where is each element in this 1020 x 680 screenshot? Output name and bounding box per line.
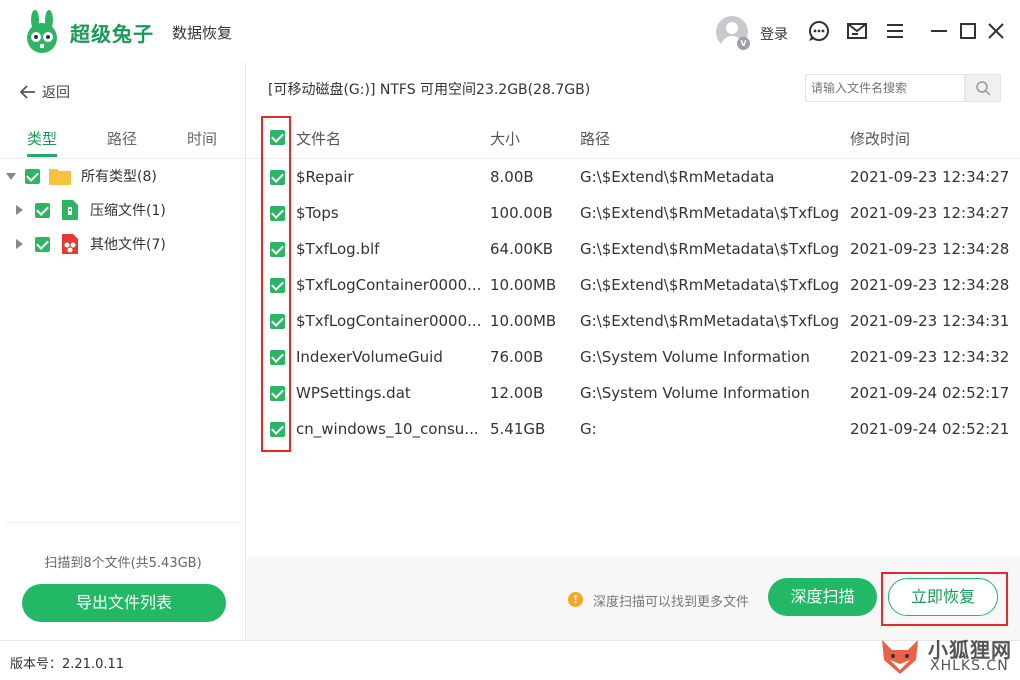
- status-bar: 版本号：2.21.0.11: [0, 640, 1020, 680]
- expand-arrow-icon[interactable]: [16, 239, 23, 249]
- collapse-arrow-icon[interactable]: [6, 172, 16, 180]
- file-name: $Repair: [296, 168, 354, 186]
- tab-time[interactable]: 时间: [187, 128, 217, 149]
- file-size: 5.41GB: [490, 420, 546, 438]
- file-time: 2021-09-24 02:52:17: [850, 384, 1010, 402]
- scan-summary: 扫描到8个文件(共5.43GB): [44, 556, 202, 571]
- sidebar: 返回 类型 路径 时间 所有类型(8) 压缩文件(1) 其他文件(7) 扫描到8…: [0, 62, 246, 640]
- file-path: G:\System Volume Information: [580, 348, 810, 366]
- active-tab-indicator: [27, 154, 57, 157]
- fox-logo-icon: [882, 640, 918, 674]
- feedback-icon[interactable]: [846, 20, 868, 42]
- folder-icon: [49, 169, 71, 185]
- tab-path[interactable]: 路径: [107, 128, 137, 149]
- file-name: IndexerVolumeGuid: [296, 348, 443, 366]
- checkbox[interactable]: [35, 236, 50, 252]
- row-checkbox[interactable]: [270, 170, 285, 185]
- deep-scan-button[interactable]: 深度扫描: [768, 578, 877, 616]
- checkbox[interactable]: [35, 202, 50, 218]
- file-size: 12.00B: [490, 384, 544, 402]
- column-header-time[interactable]: 修改时间: [850, 128, 910, 149]
- row-checkbox[interactable]: [270, 278, 285, 293]
- file-path: G:\$Extend\$RmMetadata: [580, 168, 775, 186]
- file-size: 100.00B: [490, 204, 553, 222]
- expand-arrow-icon[interactable]: [16, 205, 23, 215]
- app-subtitle: 数据恢复: [172, 24, 233, 42]
- close-icon[interactable]: [985, 20, 1007, 42]
- column-header-size[interactable]: 大小: [490, 128, 520, 149]
- tree-item-all-types[interactable]: 所有类型(8): [6, 164, 157, 188]
- vip-badge: V: [737, 37, 750, 50]
- info-icon: !: [568, 592, 583, 607]
- tree-item-label: 其他文件(7): [90, 237, 166, 253]
- tree-item-label: 所有类型(8): [81, 169, 157, 185]
- file-size: 8.00B: [490, 168, 534, 186]
- row-checkbox[interactable]: [270, 242, 285, 257]
- chat-support-icon[interactable]: [808, 20, 830, 42]
- login-link[interactable]: 登录: [760, 24, 788, 44]
- recover-now-button[interactable]: 立即恢复: [888, 578, 998, 616]
- file-time: 2021-09-23 12:34:27: [850, 168, 1010, 186]
- tree-item-other[interactable]: 其他文件(7): [16, 232, 166, 256]
- action-bar: ! 深度扫描可以找到更多文件 深度扫描 立即恢复: [247, 556, 1020, 640]
- file-time: 2021-09-24 02:52:21: [850, 420, 1010, 438]
- file-name: cn_windows_10_consu...: [296, 420, 479, 438]
- minimize-icon[interactable]: [928, 20, 950, 42]
- drive-info: [可移动磁盘(G:)] NTFS 可用空间23.2GB(28.7GB): [268, 82, 591, 98]
- filter-tabs: 类型 路径 时间: [0, 128, 246, 158]
- search-box: [805, 74, 1001, 102]
- file-path: G:\$Extend\$RmMetadata\$TxfLog: [580, 240, 840, 258]
- file-time: 2021-09-23 12:34:27: [850, 204, 1010, 222]
- archive-file-icon: [62, 200, 78, 220]
- file-name: $Tops: [296, 204, 339, 222]
- file-size: 10.00MB: [490, 276, 557, 294]
- rabbit-logo-icon: [27, 10, 57, 53]
- row-checkbox[interactable]: [270, 314, 285, 329]
- other-file-icon: [62, 234, 78, 254]
- file-path: G:\System Volume Information: [580, 384, 810, 402]
- app-brand: 超级兔子: [70, 22, 154, 46]
- watermark: 小狐狸网 XHLKS.CN: [878, 632, 1020, 680]
- row-checkbox[interactable]: [270, 206, 285, 221]
- file-name: $TxfLogContainer0000...: [296, 276, 482, 294]
- column-header-path[interactable]: 路径: [580, 128, 610, 149]
- row-checkbox[interactable]: [270, 422, 285, 437]
- file-time: 2021-09-23 12:34:28: [850, 240, 1010, 258]
- row-checkbox[interactable]: [270, 386, 285, 401]
- back-label: 返回: [42, 85, 70, 101]
- file-path: G:: [580, 420, 597, 438]
- file-time: 2021-09-23 12:34:31: [850, 312, 1010, 330]
- deep-scan-hint: 深度扫描可以找到更多文件: [593, 595, 750, 610]
- file-time: 2021-09-23 12:34:28: [850, 276, 1010, 294]
- file-size: 64.00KB: [490, 240, 554, 258]
- select-all-checkbox[interactable]: [270, 130, 285, 145]
- title-bar: 超级兔子 数据恢复 V 登录: [0, 0, 1020, 62]
- search-button[interactable]: [964, 75, 1000, 101]
- watermark-url: XHLKS.CN: [930, 658, 1009, 674]
- search-icon: [976, 81, 991, 96]
- tree-item-archives[interactable]: 压缩文件(1): [16, 198, 166, 222]
- arrow-left-icon: [20, 85, 35, 99]
- file-name: $TxfLogContainer0000...: [296, 312, 482, 330]
- file-time: 2021-09-23 12:34:32: [850, 348, 1010, 366]
- main-panel: [可移动磁盘(G:)] NTFS 可用空间23.2GB(28.7GB) 文件名 …: [247, 62, 1020, 640]
- maximize-icon[interactable]: [957, 20, 979, 42]
- back-button[interactable]: 返回: [20, 82, 70, 102]
- tab-type[interactable]: 类型: [27, 128, 57, 149]
- file-name: WPSettings.dat: [296, 384, 411, 402]
- version-label: 版本号：2.21.0.11: [10, 657, 125, 672]
- row-checkbox[interactable]: [270, 350, 285, 365]
- file-size: 10.00MB: [490, 312, 557, 330]
- column-header-name[interactable]: 文件名: [296, 128, 341, 149]
- search-input[interactable]: [806, 75, 966, 101]
- export-list-button[interactable]: 导出文件列表: [22, 584, 226, 622]
- file-path: G:\$Extend\$RmMetadata\$TxfLog: [580, 204, 840, 222]
- file-path: G:\$Extend\$RmMetadata\$TxfLog: [580, 276, 840, 294]
- file-path: G:\$Extend\$RmMetadata\$TxfLog: [580, 312, 840, 330]
- checkbox[interactable]: [25, 168, 40, 184]
- menu-icon[interactable]: [884, 20, 906, 42]
- file-size: 76.00B: [490, 348, 544, 366]
- file-name: $TxfLog.blf: [296, 240, 380, 258]
- tree-item-label: 压缩文件(1): [90, 203, 166, 219]
